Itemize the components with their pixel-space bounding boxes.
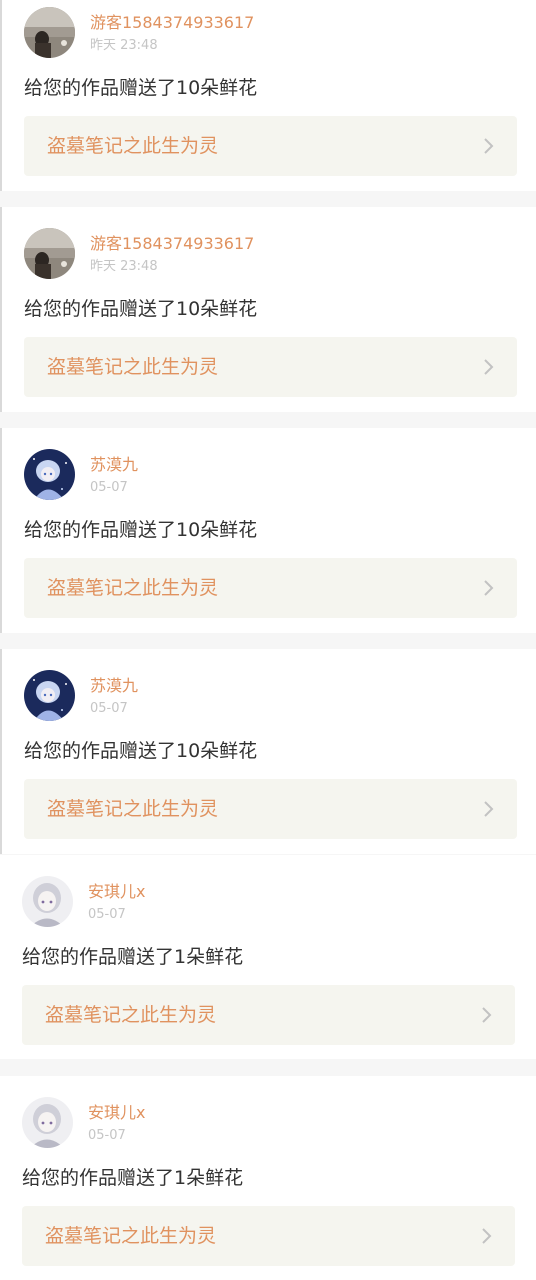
gift-message: 给您的作品赠送了10朵鲜花 <box>24 298 258 320</box>
timestamp: 05-07 <box>88 907 126 922</box>
timestamp: 昨天 23:48 <box>90 259 158 274</box>
anime-girl-avatar-icon <box>22 876 73 927</box>
work-title: 盗墓笔记之此生为灵 <box>47 356 219 378</box>
username[interactable]: 游客1584374933617 <box>90 13 254 33</box>
avatar[interactable] <box>22 876 73 927</box>
notification-card: 游客1584374933617 昨天 23:48 给您的作品赠送了10朵鲜花 盗… <box>0 207 536 412</box>
username[interactable]: 安琪儿x <box>88 1103 145 1123</box>
avatar[interactable] <box>24 670 75 721</box>
avatar[interactable] <box>24 228 75 279</box>
gift-message: 给您的作品赠送了10朵鲜花 <box>24 77 258 99</box>
gift-message: 给您的作品赠送了1朵鲜花 <box>22 1167 244 1189</box>
notification-card: 游客1584374933617 昨天 23:48 给您的作品赠送了10朵鲜花 盗… <box>0 0 536 191</box>
photo-avatar-icon <box>24 228 75 279</box>
photo-avatar-icon <box>24 7 75 58</box>
chevron-right-icon <box>483 358 495 376</box>
anime-night-avatar-icon <box>24 449 75 500</box>
work-link[interactable]: 盗墓笔记之此生为灵 <box>24 779 517 839</box>
chevron-right-icon <box>481 1006 493 1024</box>
work-title: 盗墓笔记之此生为灵 <box>47 798 219 820</box>
chevron-right-icon <box>483 800 495 818</box>
notification-card: 苏漠九 05-07 给您的作品赠送了10朵鲜花 盗墓笔记之此生为灵 <box>0 428 536 633</box>
work-title: 盗墓笔记之此生为灵 <box>47 577 219 599</box>
avatar[interactable] <box>22 1097 73 1148</box>
work-link[interactable]: 盗墓笔记之此生为灵 <box>22 985 515 1045</box>
chevron-right-icon <box>481 1227 493 1245</box>
notification-card: 安琪儿x 05-07 给您的作品赠送了1朵鲜花 盗墓笔记之此生为灵 <box>0 855 536 1059</box>
anime-girl-avatar-icon <box>22 1097 73 1148</box>
work-title: 盗墓笔记之此生为灵 <box>45 1004 217 1026</box>
notification-card: 安琪儿x 05-07 给您的作品赠送了1朵鲜花 盗墓笔记之此生为灵 <box>0 1076 536 1280</box>
username[interactable]: 苏漠九 <box>90 676 138 696</box>
work-link[interactable]: 盗墓笔记之此生为灵 <box>22 1206 515 1266</box>
chevron-right-icon <box>483 137 495 155</box>
chevron-right-icon <box>483 579 495 597</box>
work-link[interactable]: 盗墓笔记之此生为灵 <box>24 116 517 176</box>
gift-message: 给您的作品赠送了1朵鲜花 <box>22 946 244 968</box>
anime-night-avatar-icon <box>24 670 75 721</box>
gift-message: 给您的作品赠送了10朵鲜花 <box>24 740 258 762</box>
username[interactable]: 安琪儿x <box>88 882 145 902</box>
username[interactable]: 游客1584374933617 <box>90 234 254 254</box>
work-title: 盗墓笔记之此生为灵 <box>45 1225 217 1247</box>
username[interactable]: 苏漠九 <box>90 455 138 475</box>
avatar[interactable] <box>24 7 75 58</box>
timestamp: 05-07 <box>90 480 128 495</box>
notification-feed: 游客1584374933617 昨天 23:48 给您的作品赠送了10朵鲜花 盗… <box>0 0 536 1280</box>
work-link[interactable]: 盗墓笔记之此生为灵 <box>24 337 517 397</box>
notification-card: 苏漠九 05-07 给您的作品赠送了10朵鲜花 盗墓笔记之此生为灵 <box>0 649 536 854</box>
avatar[interactable] <box>24 449 75 500</box>
gift-message: 给您的作品赠送了10朵鲜花 <box>24 519 258 541</box>
timestamp: 昨天 23:48 <box>90 38 158 53</box>
timestamp: 05-07 <box>88 1128 126 1143</box>
timestamp: 05-07 <box>90 701 128 716</box>
work-link[interactable]: 盗墓笔记之此生为灵 <box>24 558 517 618</box>
work-title: 盗墓笔记之此生为灵 <box>47 135 219 157</box>
